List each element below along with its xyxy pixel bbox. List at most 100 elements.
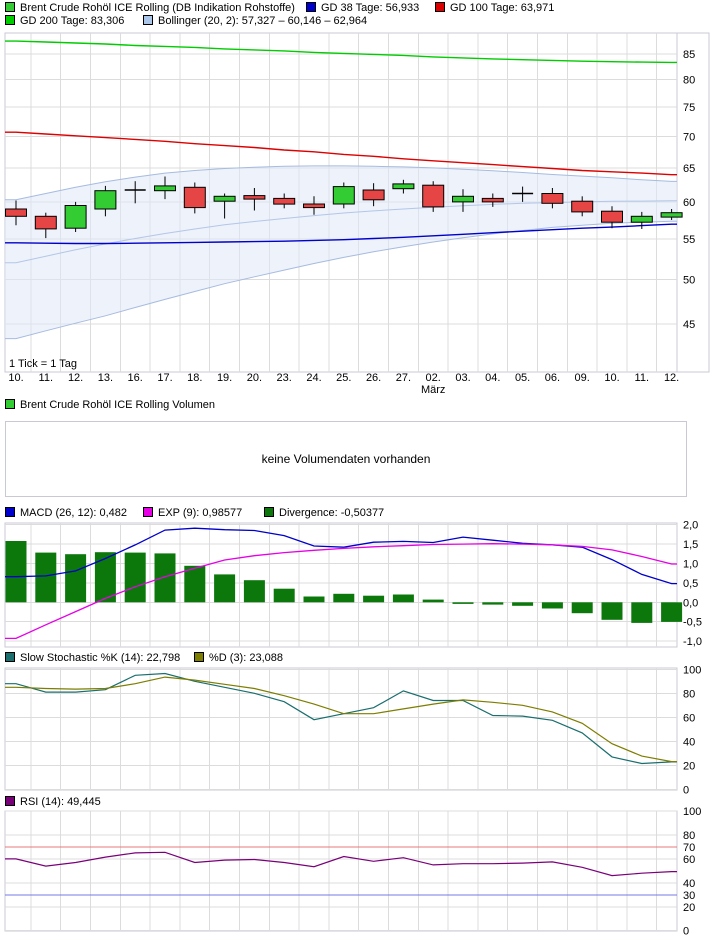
svg-text:1,0: 1,0 bbox=[683, 559, 698, 571]
svg-text:13.: 13. bbox=[98, 372, 113, 384]
macd-bar bbox=[601, 602, 623, 620]
macd-bar bbox=[392, 594, 414, 603]
macd-bar bbox=[541, 602, 563, 609]
volume-empty-box: keine Volumendaten vorhanden bbox=[5, 421, 687, 497]
month-label: März bbox=[421, 384, 445, 396]
svg-text:06.: 06. bbox=[545, 372, 560, 384]
svg-text:0,0: 0,0 bbox=[683, 597, 698, 609]
svg-text:45: 45 bbox=[683, 319, 695, 331]
rsi-ref-label-30: 30 bbox=[683, 890, 695, 902]
series-swatch-macd-icon bbox=[5, 507, 15, 517]
svg-text:85: 85 bbox=[683, 49, 695, 61]
series-swatch-gd38-icon bbox=[306, 2, 316, 12]
rsi-line-0 bbox=[5, 851, 677, 877]
svg-text:26.: 26. bbox=[366, 372, 381, 384]
series-swatch-exp-icon bbox=[143, 507, 153, 517]
svg-text:20: 20 bbox=[683, 902, 695, 914]
legend-item-gd200: GD 200 Tage: 83,306 bbox=[5, 15, 124, 27]
svg-text:10.: 10. bbox=[8, 372, 23, 384]
legend-label-gd100: GD 100 Tage: 63,971 bbox=[450, 2, 555, 14]
legend-label-stoch-k: Slow Stochastic %K (14): 22,798 bbox=[20, 652, 181, 664]
svg-text:04.: 04. bbox=[485, 372, 500, 384]
legend-item-divergence: Divergence: -0,50377 bbox=[264, 507, 384, 519]
price-x-axis: 10. 11. 12. 13. 16. 17. 18. 19. 20. 23. 24. 25. 26. 2… bbox=[8, 372, 679, 396]
svg-text:23.: 23. bbox=[277, 372, 292, 384]
series-swatch-stoch-d-icon bbox=[194, 652, 204, 662]
stochastic-panel[interactable]: 100 80 60 40 20 0 bbox=[4, 664, 701, 796]
legend-label-divergence: Divergence: -0,50377 bbox=[279, 507, 385, 519]
rsi-vgrid bbox=[30, 811, 658, 931]
series-swatch-instrument-icon bbox=[5, 2, 15, 12]
macd-bar bbox=[363, 595, 385, 603]
stochastic-frame bbox=[4, 667, 678, 791]
legend-label-volume: Brent Crude Rohöl ICE Rolling Volumen bbox=[20, 399, 216, 411]
macd-bar bbox=[482, 602, 504, 605]
series-swatch-volume-icon bbox=[5, 399, 15, 409]
svg-text:100: 100 bbox=[683, 664, 701, 676]
legend-item-stoch-d: %D (3): 23,088 bbox=[194, 652, 283, 664]
svg-text:20: 20 bbox=[683, 760, 695, 772]
svg-text:2,0: 2,0 bbox=[683, 520, 698, 532]
chart-widget: 85 80 75 70 65 60 55 50 45 1 Tick = 1 Tag 10. 11. 12… bbox=[0, 0, 726, 940]
stochastic-vgrid bbox=[30, 668, 658, 790]
svg-text:09.: 09. bbox=[575, 372, 590, 384]
svg-text:03.: 03. bbox=[455, 372, 470, 384]
candle-02. bbox=[422, 181, 445, 212]
macd-bar bbox=[303, 596, 325, 603]
svg-text:55: 55 bbox=[683, 234, 695, 246]
svg-text:27.: 27. bbox=[396, 372, 411, 384]
svg-text:-0,5: -0,5 bbox=[683, 617, 702, 629]
svg-text:20.: 20. bbox=[247, 372, 262, 384]
rsi-ref-label-70: 70 bbox=[683, 842, 695, 854]
svg-text:65: 65 bbox=[683, 163, 695, 175]
macd-bar bbox=[452, 602, 474, 604]
svg-text:0: 0 bbox=[683, 926, 689, 938]
macd-bar bbox=[422, 599, 444, 603]
volume-empty-message: keine Volumendaten vorhanden bbox=[261, 452, 431, 466]
macd-bar bbox=[35, 552, 57, 603]
macd-bar bbox=[333, 593, 355, 603]
legend-label-gd38: GD 38 Tage: 56,933 bbox=[321, 2, 420, 14]
macd-bar bbox=[273, 588, 295, 603]
rsi-panel[interactable]: 100 80 60 40 20 0 70 30 bbox=[4, 806, 701, 938]
macd-bar bbox=[631, 602, 653, 623]
candle-12. bbox=[64, 201, 87, 232]
series-swatch-rsi-icon bbox=[5, 796, 15, 806]
macd-bar bbox=[184, 565, 206, 603]
legend-item-volume: Brent Crude Rohöl ICE Rolling Volumen bbox=[5, 399, 215, 411]
svg-text:0,5: 0,5 bbox=[683, 578, 698, 590]
svg-text:0: 0 bbox=[683, 784, 689, 796]
svg-text:18.: 18. bbox=[187, 372, 202, 384]
macd-panel[interactable]: 2,0 1,5 1,0 0,5 0,0 -0,5 -1,0 bbox=[4, 520, 702, 648]
legend-item-instrument: Brent Crude Rohöl ICE Rolling (DB Indika… bbox=[5, 2, 295, 14]
macd-bar bbox=[154, 553, 176, 603]
macd-bar bbox=[94, 552, 116, 603]
svg-text:12.: 12. bbox=[68, 372, 83, 384]
legend-item-macd: MACD (26, 12): 0,482 bbox=[5, 507, 127, 519]
svg-text:40: 40 bbox=[683, 736, 695, 748]
svg-text:24.: 24. bbox=[306, 372, 321, 384]
svg-text:1,5: 1,5 bbox=[683, 539, 698, 551]
tick-note: 1 Tick = 1 Tag bbox=[9, 358, 77, 370]
series-swatch-gd200-icon bbox=[5, 15, 15, 25]
svg-text:05.: 05. bbox=[515, 372, 530, 384]
svg-text:60: 60 bbox=[683, 712, 695, 724]
svg-text:11.: 11. bbox=[635, 372, 649, 384]
legend-item-rsi: RSI (14): 49,445 bbox=[5, 796, 101, 808]
svg-text:75: 75 bbox=[683, 102, 695, 114]
svg-text:11.: 11. bbox=[39, 372, 53, 384]
legend-item-gd100: GD 100 Tage: 63,971 bbox=[435, 2, 554, 14]
svg-text:02.: 02. bbox=[426, 372, 441, 384]
svg-text:60: 60 bbox=[683, 197, 695, 209]
svg-text:19.: 19. bbox=[217, 372, 232, 384]
stochastic-line-0 bbox=[5, 672, 677, 765]
macd-bar bbox=[243, 580, 265, 603]
svg-text:16.: 16. bbox=[128, 372, 143, 384]
legend-label-exp: EXP (9): 0,98577 bbox=[158, 507, 243, 519]
series-swatch-gd100-icon bbox=[435, 2, 445, 12]
legend-label-rsi: RSI (14): 49,445 bbox=[20, 796, 101, 808]
legend-label-stoch-d: %D (3): 23,088 bbox=[209, 652, 283, 664]
series-swatch-divergence-icon bbox=[264, 507, 274, 517]
series-swatch-bollinger-icon bbox=[143, 15, 153, 25]
price-panel[interactable]: 85 80 75 70 65 60 55 50 45 1 Tick = 1 Tag 10. 11. 12… bbox=[4, 32, 710, 396]
